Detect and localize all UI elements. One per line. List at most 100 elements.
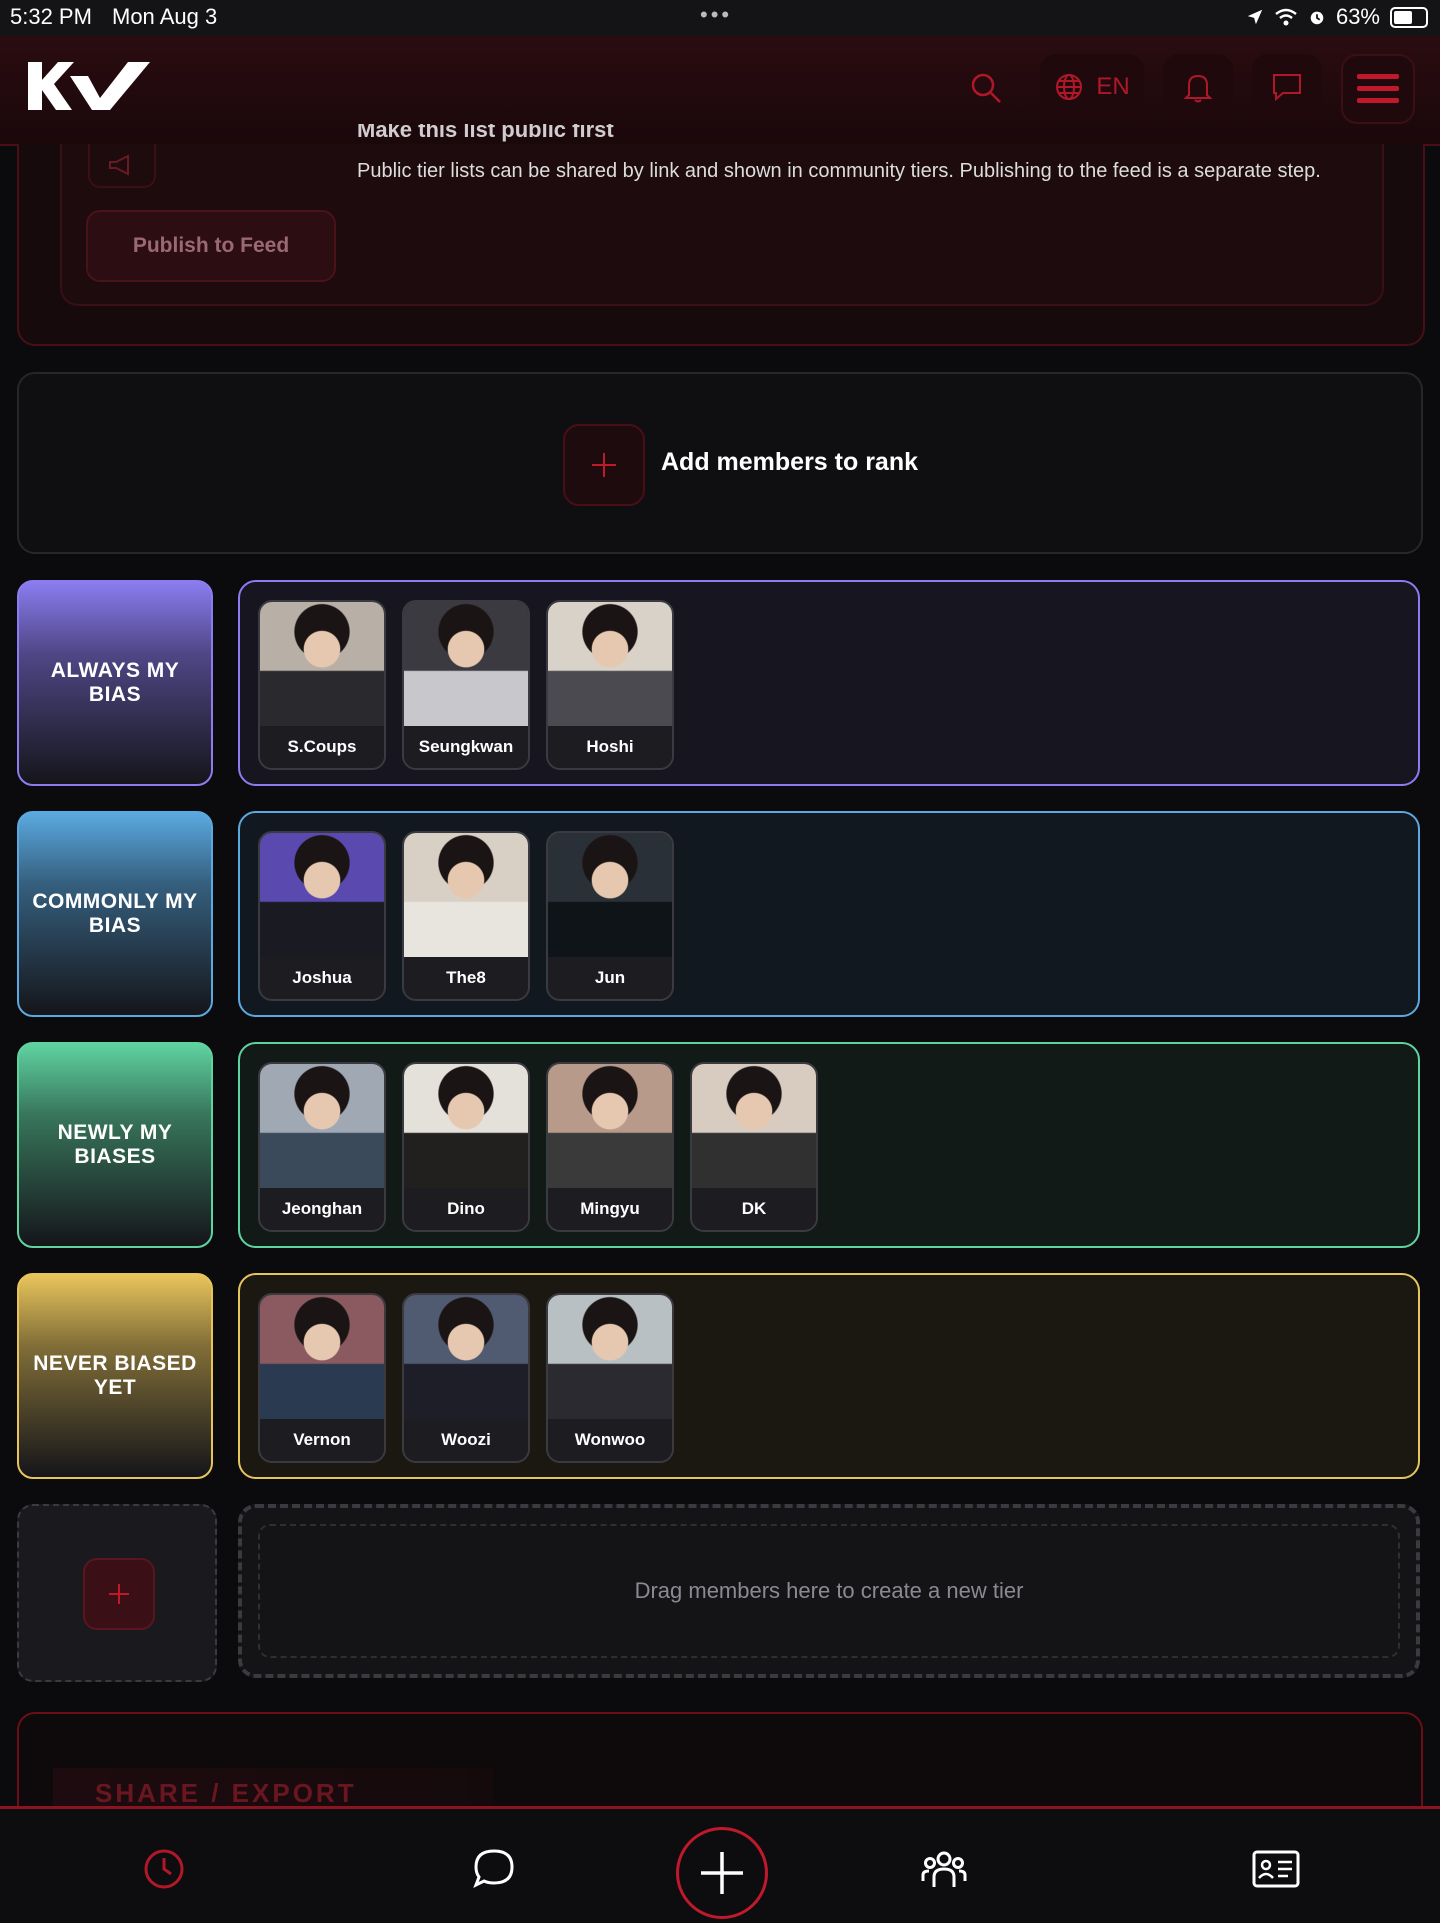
logo[interactable] xyxy=(28,58,152,114)
member-photo xyxy=(548,602,672,726)
member-photo xyxy=(260,1064,384,1188)
member-photo xyxy=(692,1064,816,1188)
member-name: Jeonghan xyxy=(260,1188,384,1230)
new-tier-add-button[interactable] xyxy=(83,1558,155,1630)
tier-label[interactable]: COMMONLY MY BIAS xyxy=(17,811,213,1017)
app-header: EN xyxy=(0,36,1440,146)
bottom-nav xyxy=(0,1806,1440,1923)
status-bar: 5:32 PM Mon Aug 3 ••• 63% xyxy=(0,0,1440,36)
tier-row[interactable]: Jeonghan Dino Mingyu DK xyxy=(238,1042,1420,1248)
member-name: S.Coups xyxy=(260,726,384,768)
member-photo xyxy=(260,833,384,957)
megaphone-icon xyxy=(109,154,129,176)
status-date: Mon Aug 3 xyxy=(112,4,218,29)
new-tier-label[interactable] xyxy=(17,1504,217,1682)
publish-card: Make this list public first Public tier … xyxy=(60,124,1384,306)
member-card[interactable]: Joshua xyxy=(258,831,386,1001)
nav-history[interactable] xyxy=(134,1839,194,1899)
add-members-label: Add members to rank xyxy=(661,448,919,476)
tier-label[interactable]: NEVER BIASED YET xyxy=(17,1273,213,1479)
member-card[interactable]: Seungkwan xyxy=(402,600,530,770)
tier-row[interactable]: S.Coups Seungkwan Hoshi xyxy=(238,580,1420,786)
nav-profile[interactable] xyxy=(1246,1839,1306,1899)
tier-row[interactable]: Vernon Woozi Wonwoo xyxy=(238,1273,1420,1479)
wifi-icon xyxy=(1275,8,1297,26)
hamburger-icon xyxy=(1357,74,1399,103)
battery-icon xyxy=(1390,6,1428,28)
nav-create[interactable] xyxy=(676,1827,768,1919)
new-tier-dropzone[interactable]: Drag members here to create a new tier xyxy=(238,1504,1420,1678)
tier-row[interactable]: Joshua The8 Jun xyxy=(238,811,1420,1017)
tier-label-text: COMMONLY MY BIAS xyxy=(32,890,198,937)
publish-to-feed-button[interactable]: Publish to Feed xyxy=(86,210,336,282)
tier-label-text: NEVER BIASED YET xyxy=(33,1352,197,1399)
dropzone-text: Drag members here to create a new tier xyxy=(634,1578,1024,1603)
tier-label-text: NEWLY MY BIASES xyxy=(57,1121,173,1168)
status-time: 5:32 PM xyxy=(10,4,92,29)
profile-card-icon xyxy=(1252,1850,1300,1888)
member-name: The8 xyxy=(404,957,528,999)
plus-icon xyxy=(701,1852,743,1894)
member-card[interactable]: DK xyxy=(690,1062,818,1232)
publish-description: Public tier lists can be shared by link … xyxy=(357,160,1321,182)
member-name: Hoshi xyxy=(548,726,672,768)
bell-icon xyxy=(1183,74,1213,103)
add-members-card[interactable]: Add members to rank xyxy=(17,372,1423,554)
member-card[interactable]: Dino xyxy=(402,1062,530,1232)
member-photo xyxy=(260,602,384,726)
member-card[interactable]: Vernon xyxy=(258,1293,386,1463)
member-card[interactable]: S.Coups xyxy=(258,600,386,770)
notifications-button[interactable] xyxy=(1163,54,1233,120)
multitask-dots[interactable]: ••• xyxy=(700,2,732,28)
member-photo xyxy=(404,602,528,726)
share-export-title: SHARE / EXPORT xyxy=(95,1778,357,1808)
clock-icon xyxy=(144,1849,184,1889)
nav-community[interactable] xyxy=(914,1839,974,1899)
member-card[interactable]: Woozi xyxy=(402,1293,530,1463)
plus-icon xyxy=(109,1584,129,1604)
member-name: Wonwoo xyxy=(548,1419,672,1461)
group-icon xyxy=(921,1851,967,1887)
publish-button-label: Publish to Feed xyxy=(132,234,290,257)
language-label: EN xyxy=(1096,73,1130,100)
member-photo xyxy=(548,833,672,957)
message-icon xyxy=(1273,74,1301,102)
alarm-icon xyxy=(1310,11,1324,25)
member-name: Vernon xyxy=(260,1419,384,1461)
chat-icon xyxy=(473,1849,514,1889)
member-name: Seungkwan xyxy=(404,726,528,768)
publish-icon-box xyxy=(88,144,156,188)
member-card[interactable]: Hoshi xyxy=(546,600,674,770)
menu-button[interactable] xyxy=(1341,54,1415,124)
add-members-button[interactable] xyxy=(563,424,645,506)
tier-label[interactable]: ALWAYS MY BIAS xyxy=(17,580,213,786)
member-card[interactable]: Wonwoo xyxy=(546,1293,674,1463)
member-photo xyxy=(404,1064,528,1188)
nav-chat[interactable] xyxy=(464,1839,524,1899)
search-button[interactable] xyxy=(960,58,1012,118)
member-card[interactable]: Mingyu xyxy=(546,1062,674,1232)
language-button[interactable]: EN xyxy=(1040,54,1144,120)
member-photo xyxy=(548,1064,672,1188)
member-card[interactable]: The8 xyxy=(402,831,530,1001)
member-card[interactable]: Jun xyxy=(546,831,674,1001)
member-photo xyxy=(404,833,528,957)
member-photo xyxy=(260,1295,384,1419)
globe-icon xyxy=(1056,74,1083,100)
member-name: DK xyxy=(692,1188,816,1230)
tier-label[interactable]: NEWLY MY BIASES xyxy=(17,1042,213,1248)
search-icon xyxy=(971,73,1001,103)
member-name: Mingyu xyxy=(548,1188,672,1230)
member-name: Woozi xyxy=(404,1419,528,1461)
member-name: Dino xyxy=(404,1188,528,1230)
member-photo xyxy=(404,1295,528,1419)
publish-title-partial: Make this list public first xyxy=(357,124,614,142)
member-photo xyxy=(548,1295,672,1419)
member-card[interactable]: Jeonghan xyxy=(258,1062,386,1232)
dropzone-inner: Drag members here to create a new tier xyxy=(258,1524,1400,1658)
member-name: Jun xyxy=(548,957,672,999)
messages-button[interactable] xyxy=(1252,54,1322,120)
tier-label-text: ALWAYS MY BIAS xyxy=(50,659,180,706)
member-name: Joshua xyxy=(260,957,384,999)
plus-icon xyxy=(592,453,616,477)
